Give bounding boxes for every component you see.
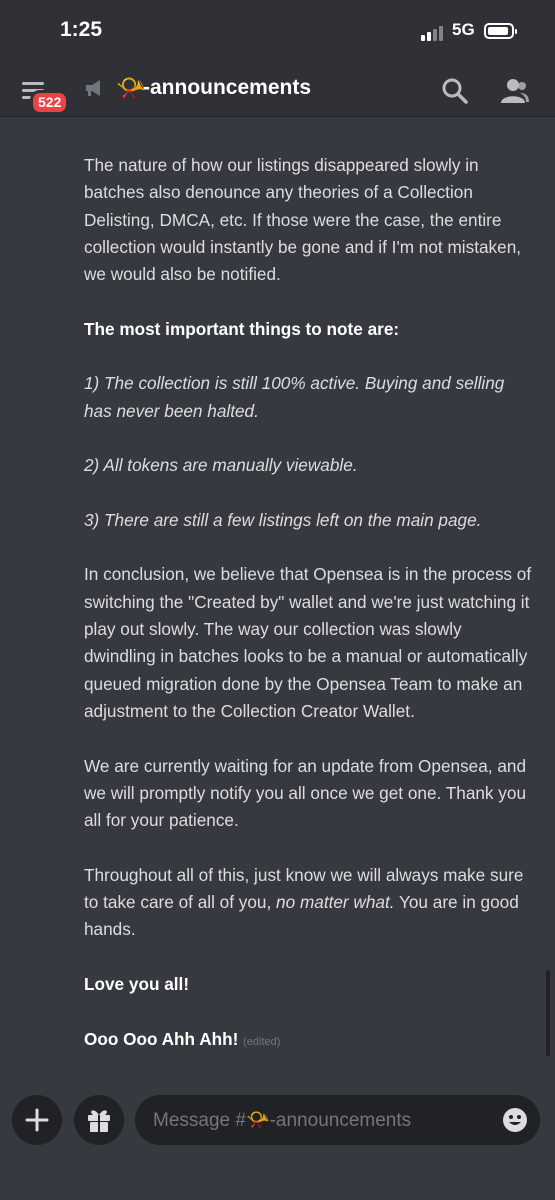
- plus-icon: [25, 1108, 49, 1132]
- status-bar: 1:25 5G: [0, 0, 555, 64]
- message-closing: Ooo Ooo Ahh Ahh! (edited): [84, 1026, 534, 1056]
- scrollbar[interactable]: [546, 970, 550, 1056]
- message-input[interactable]: Message #📯-announcements: [135, 1095, 540, 1145]
- unread-badge: 522: [30, 90, 70, 115]
- message-paragraph: Throughout all of this, just know we wil…: [84, 862, 534, 944]
- edited-label: (edited): [243, 1035, 281, 1048]
- message-input-placeholder: Message #📯-announcements: [153, 1110, 412, 1131]
- message-paragraph: The nature of how our listings disappear…: [84, 155, 522, 285]
- channel-emoji: 📯: [116, 75, 146, 102]
- message-content: The nature of how our listings disappear…: [84, 152, 534, 1083]
- message-composer: Message #📯-announcements: [0, 1080, 555, 1200]
- menu-button[interactable]: 522: [22, 82, 70, 116]
- message-paragraph: In conclusion, we believe that Opensea i…: [84, 564, 532, 721]
- message-point: 2) All tokens are manually viewable.: [84, 455, 358, 476]
- add-button[interactable]: [12, 1095, 62, 1145]
- battery-icon: [484, 23, 517, 39]
- gift-icon: [88, 1110, 110, 1132]
- network-type: 5G: [452, 20, 475, 39]
- message-closing-text: Ooo Ooo Ahh Ahh!: [84, 1028, 239, 1049]
- message-signoff: Love you all!: [84, 973, 190, 994]
- message-paragraph: We are currently waiting for an update f…: [84, 755, 527, 831]
- status-time: 1:25: [60, 18, 103, 41]
- message-emphasis: no matter what.: [276, 892, 395, 913]
- message-heading: The most important things to note are:: [84, 318, 400, 339]
- megaphone-icon: [83, 77, 105, 104]
- members-icon[interactable]: [500, 76, 530, 106]
- message-point: 1) The collection is still 100% active. …: [84, 373, 505, 421]
- channel-header: 522 📯 -announcements: [0, 64, 555, 117]
- signal-icon: [421, 23, 445, 41]
- emoji-icon[interactable]: [502, 1107, 528, 1133]
- gift-button[interactable]: [74, 1095, 124, 1145]
- search-icon[interactable]: [440, 76, 470, 106]
- message-point: 3) There are still a few listings left o…: [84, 509, 482, 530]
- channel-name: -announcements: [143, 76, 312, 99]
